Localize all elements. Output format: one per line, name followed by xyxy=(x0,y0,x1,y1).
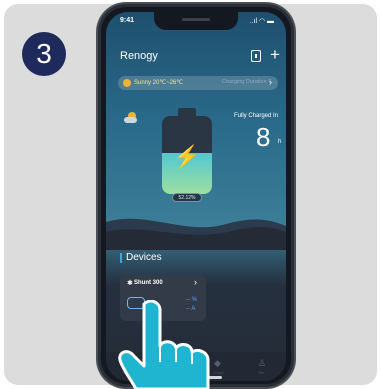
battery-cap xyxy=(178,108,196,116)
device-list-icon[interactable] xyxy=(251,50,261,62)
add-device-icon[interactable]: + xyxy=(270,46,280,63)
chevron-right-icon: › xyxy=(194,277,197,287)
lightning-bolt-icon: ⚡ xyxy=(173,144,201,169)
partly-cloudy-icon xyxy=(124,112,138,124)
phone-notch xyxy=(154,12,238,30)
battery-percent: 52.12% xyxy=(172,193,202,202)
wave-decoration xyxy=(106,218,286,250)
fully-charged-label: Fully Charged In xyxy=(234,113,279,119)
weather-banner[interactable]: Sunny 20℃~26℃ Charging Duration 7 ... › xyxy=(118,76,278,90)
status-time: 9:41 xyxy=(120,17,135,24)
tab-me-label: Me xyxy=(259,370,265,375)
chevron-right-icon: › xyxy=(269,77,272,87)
me-tab-icon[interactable]: ♙ xyxy=(258,358,266,369)
charge-hours-unit: h xyxy=(278,139,282,145)
weather-text: Sunny 20℃~26℃ xyxy=(134,80,184,86)
step-number-badge: 3 xyxy=(22,32,66,76)
bluetooth-icon: ✱ xyxy=(127,280,133,287)
status-icons: ..ıl ◠ ▬ xyxy=(249,18,274,25)
sun-icon xyxy=(123,79,131,87)
app-title: Renogy xyxy=(120,50,158,62)
pointing-hand-icon xyxy=(118,300,210,389)
charge-hours-value: 8 xyxy=(256,122,271,152)
device-name: Shunt 300 xyxy=(134,280,163,286)
devices-heading: Devices xyxy=(126,252,162,263)
battery-gauge: ⚡ xyxy=(162,116,212,194)
